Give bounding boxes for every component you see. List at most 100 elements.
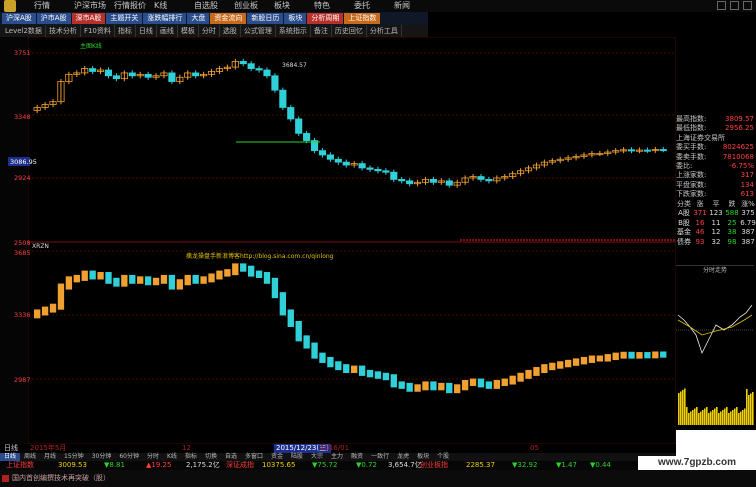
tab-item[interactable]: F10资料: [81, 25, 115, 37]
period-button[interactable]: 陆股: [287, 453, 307, 461]
tab-item[interactable]: 模板: [178, 25, 199, 37]
menu-item[interactable]: 自选股: [194, 0, 234, 12]
toolbar-button[interactable]: 主题开关: [106, 13, 143, 24]
tab-item[interactable]: 历史回忆: [332, 25, 367, 37]
period-button[interactable]: 大宗: [307, 453, 327, 461]
tab-item[interactable]: 分析工具: [367, 25, 402, 37]
period-button[interactable]: 日线: [0, 453, 21, 461]
news-ticker[interactable]: 国内首创编撰技术再突破（股）: [0, 470, 756, 487]
indicator-bar: [168, 274, 176, 290]
toolbar-button[interactable]: 沪深A股: [2, 13, 36, 24]
tab-item[interactable]: 系统指示: [276, 25, 311, 37]
tab-item[interactable]: Level2数据: [2, 25, 46, 37]
info-key: 上涨家数:: [676, 171, 707, 180]
indicator-bar: [390, 374, 397, 388]
menu-item[interactable]: 委托: [354, 0, 394, 12]
period-button[interactable]: 板块: [413, 453, 433, 461]
tab-item[interactable]: 技术分析: [46, 25, 81, 37]
period-button[interactable]: 月线: [40, 453, 60, 461]
period-button[interactable]: 分时: [143, 453, 163, 461]
period-button[interactable]: 多窗口: [241, 453, 267, 461]
period-button[interactable]: 融资: [347, 453, 367, 461]
period-button[interactable]: 龙虎: [393, 453, 413, 461]
price-cursor-label: 3086.95: [10, 158, 37, 166]
index-name[interactable]: 上证指数: [6, 461, 34, 470]
kline-chart-area[interactable]: 3751 3348 2924 2508 3685 3336 2987 3086.95 XRZN 擒…: [0, 37, 676, 444]
period-button[interactable]: 指标: [181, 453, 201, 461]
breadth-table-row: 债券 93 32 98 387: [676, 238, 756, 247]
menu-item[interactable]: K线: [154, 0, 194, 12]
kline-chart[interactable]: 3751 3348 2924 2508 3685 3336 2987 3086.95 XRZN 擒…: [0, 37, 676, 444]
mini-volume-bar: [746, 389, 748, 425]
timeline-start: 2015年5月: [30, 444, 67, 452]
period-button[interactable]: 主力: [327, 453, 347, 461]
toolbar-button[interactable]: 资金流向: [210, 13, 247, 24]
toolbar-button[interactable]: 上证指数: [344, 13, 381, 24]
period-button[interactable]: 个股: [433, 453, 453, 461]
close-icon[interactable]: [743, 1, 752, 10]
tab-item[interactable]: 选股: [220, 25, 241, 37]
toolbar-button[interactable]: 深市A股: [71, 13, 106, 24]
period-button[interactable]: 自选: [221, 453, 241, 461]
period-button[interactable]: 切换: [201, 453, 221, 461]
info-key: 最低指数:: [676, 124, 707, 133]
indicator-bar: [374, 371, 382, 379]
toolbar-button[interactable]: 分析周期: [307, 13, 344, 24]
index-name[interactable]: 深证成指: [226, 461, 254, 470]
toolbar-button[interactable]: 沪市A股: [36, 13, 71, 24]
indicator-bar: [287, 309, 294, 327]
info-row: 下跌家数: 613: [676, 190, 756, 199]
mini-volume-bar: [708, 413, 710, 425]
period-button[interactable]: 60分钟: [115, 453, 143, 461]
candle-body: [287, 107, 295, 120]
minimize-icon[interactable]: [717, 1, 726, 10]
index-status-bar: 上证指数 3009.53 ▼8.81 ▲19.25 2,175.2亿 深证成指 …: [0, 461, 676, 470]
menu-item[interactable]: 板块: [274, 0, 314, 12]
period-button[interactable]: 15分钟: [60, 453, 88, 461]
maximize-icon[interactable]: [730, 1, 739, 10]
date-timeline[interactable]: 日线 2015年5月 12 2015/12/23(三) 2016/01 05: [0, 444, 676, 453]
indicator-bar: [271, 277, 279, 299]
info-value: 134: [740, 180, 754, 189]
table-cell: 涨%: [741, 200, 755, 208]
tab-item[interactable]: 分时: [199, 25, 220, 37]
info-key: 上海证券交易所: [676, 133, 725, 142]
menu-item[interactable]: 行情报价: [114, 0, 154, 12]
intraday-mini-chart[interactable]: 分时走势: [676, 265, 754, 430]
mini-volume-bar: [718, 413, 720, 425]
toolbar-button[interactable]: 涨跌幅排行: [143, 13, 187, 24]
menu-item[interactable]: 创业板: [234, 0, 274, 12]
indicator-bar: [327, 356, 334, 368]
index-name[interactable]: 创业板指: [420, 461, 448, 470]
period-button[interactable]: 一致行: [367, 453, 393, 461]
period-button[interactable]: 资金: [267, 453, 287, 461]
tab-item[interactable]: 备注: [311, 25, 332, 37]
news-text[interactable]: 国内首创编撰技术再突破（股）: [12, 470, 110, 487]
toolbar-button[interactable]: 板块: [284, 13, 307, 24]
indicator-bar: [255, 270, 263, 279]
indicator-bar: [129, 274, 136, 284]
chart-note: 擒龙操盘手新浪博客http://blog.sina.com.cn/qinlong: [186, 252, 334, 260]
toolbar-button[interactable]: 新股日历: [247, 13, 284, 24]
tab-item[interactable]: 公式管理: [241, 25, 276, 37]
toolbar-button[interactable]: 大盘: [187, 13, 210, 24]
menu-item[interactable]: 特色: [314, 0, 354, 12]
candle-body: [429, 179, 437, 183]
indicator-bar: [636, 352, 643, 359]
candle-body: [192, 72, 200, 77]
period-button[interactable]: K线: [163, 453, 181, 461]
menu-item[interactable]: 新闻: [394, 0, 434, 12]
tab-item[interactable]: 指标: [115, 25, 136, 37]
info-key: 委比:: [676, 161, 693, 170]
mini-chart-title: 分时走势: [702, 267, 727, 274]
indicator-bar: [382, 372, 390, 381]
index-change: ▼32.92: [512, 461, 538, 469]
tab-item[interactable]: 画线: [157, 25, 178, 37]
period-button[interactable]: 周线: [20, 453, 40, 461]
menu-item[interactable]: 沪深市场: [74, 0, 114, 12]
candle-body: [643, 149, 651, 152]
tab-item[interactable]: 日线: [136, 25, 157, 37]
menu-item[interactable]: 行情: [34, 0, 74, 12]
period-button[interactable]: 30分钟: [88, 453, 116, 461]
indicator-bar: [564, 359, 572, 368]
